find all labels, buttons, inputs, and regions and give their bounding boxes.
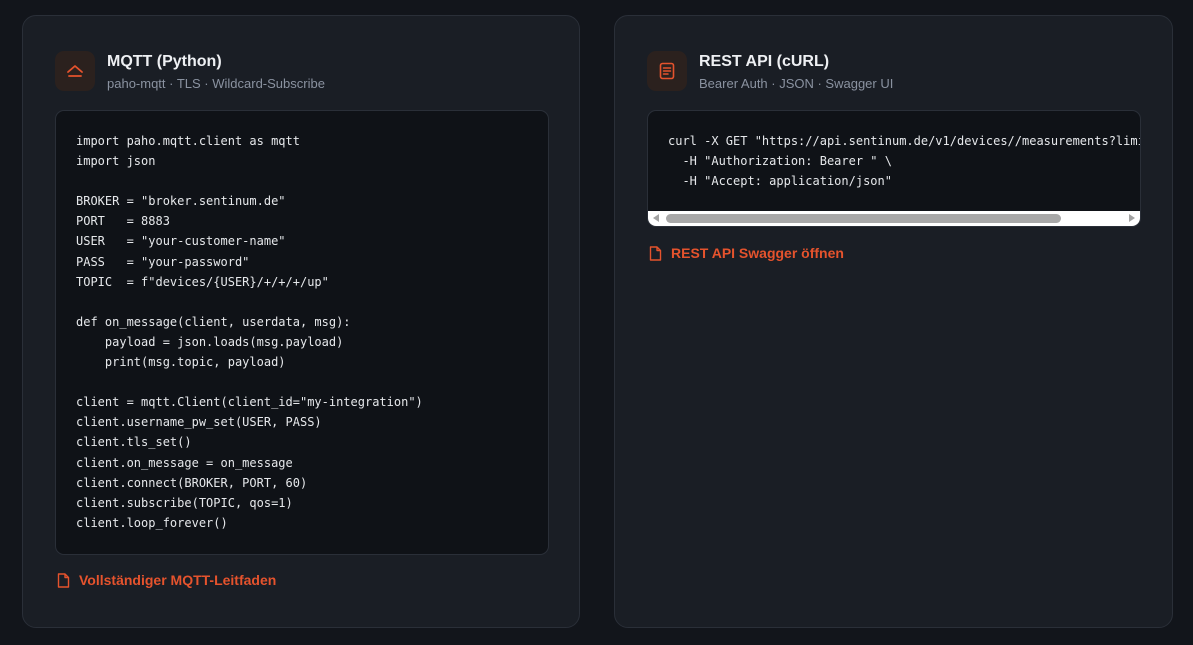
mqtt-card-header: MQTT (Python) paho-mqtt · TLS · Wildcard… <box>55 51 325 93</box>
document-icon <box>649 245 662 261</box>
horizontal-scrollbar[interactable] <box>648 211 1140 226</box>
rest-code-text[interactable]: curl -X GET "https://api.sentinum.de/v1/… <box>668 131 1140 191</box>
scrollbar-thumb[interactable] <box>666 214 1061 223</box>
scroll-left-arrow-icon[interactable] <box>653 214 659 222</box>
rest-api-card: REST API (cURL) Bearer Auth · JSON · Swa… <box>614 15 1173 628</box>
mqtt-guide-link-label[interactable]: Vollständiger MQTT-Leitfaden <box>79 572 276 588</box>
rest-card-subtitle: Bearer Auth · JSON · Swagger UI <box>699 76 894 91</box>
swagger-link[interactable]: REST API Swagger öffnen <box>649 245 844 261</box>
mqtt-code-block[interactable]: import paho.mqtt.client as mqtt import j… <box>55 110 549 555</box>
mqtt-card-subtitle: paho-mqtt · TLS · Wildcard-Subscribe <box>107 76 325 91</box>
document-icon <box>57 572 70 588</box>
swagger-link-label[interactable]: REST API Swagger öffnen <box>671 245 844 261</box>
mqtt-card-title: MQTT (Python) <box>107 53 222 70</box>
rest-code-block[interactable]: curl -X GET "https://api.sentinum.de/v1/… <box>647 110 1141 227</box>
wifi-signal-icon <box>55 51 95 91</box>
mqtt-guide-link[interactable]: Vollständiger MQTT-Leitfaden <box>57 572 276 588</box>
rest-card-title: REST API (cURL) <box>699 53 830 70</box>
mqtt-card: MQTT (Python) paho-mqtt · TLS · Wildcard… <box>22 15 580 628</box>
mqtt-code-text[interactable]: import paho.mqtt.client as mqtt import j… <box>76 131 423 533</box>
document-lines-icon <box>647 51 687 91</box>
rest-card-header: REST API (cURL) Bearer Auth · JSON · Swa… <box>647 51 893 93</box>
scroll-right-arrow-icon[interactable] <box>1129 214 1135 222</box>
